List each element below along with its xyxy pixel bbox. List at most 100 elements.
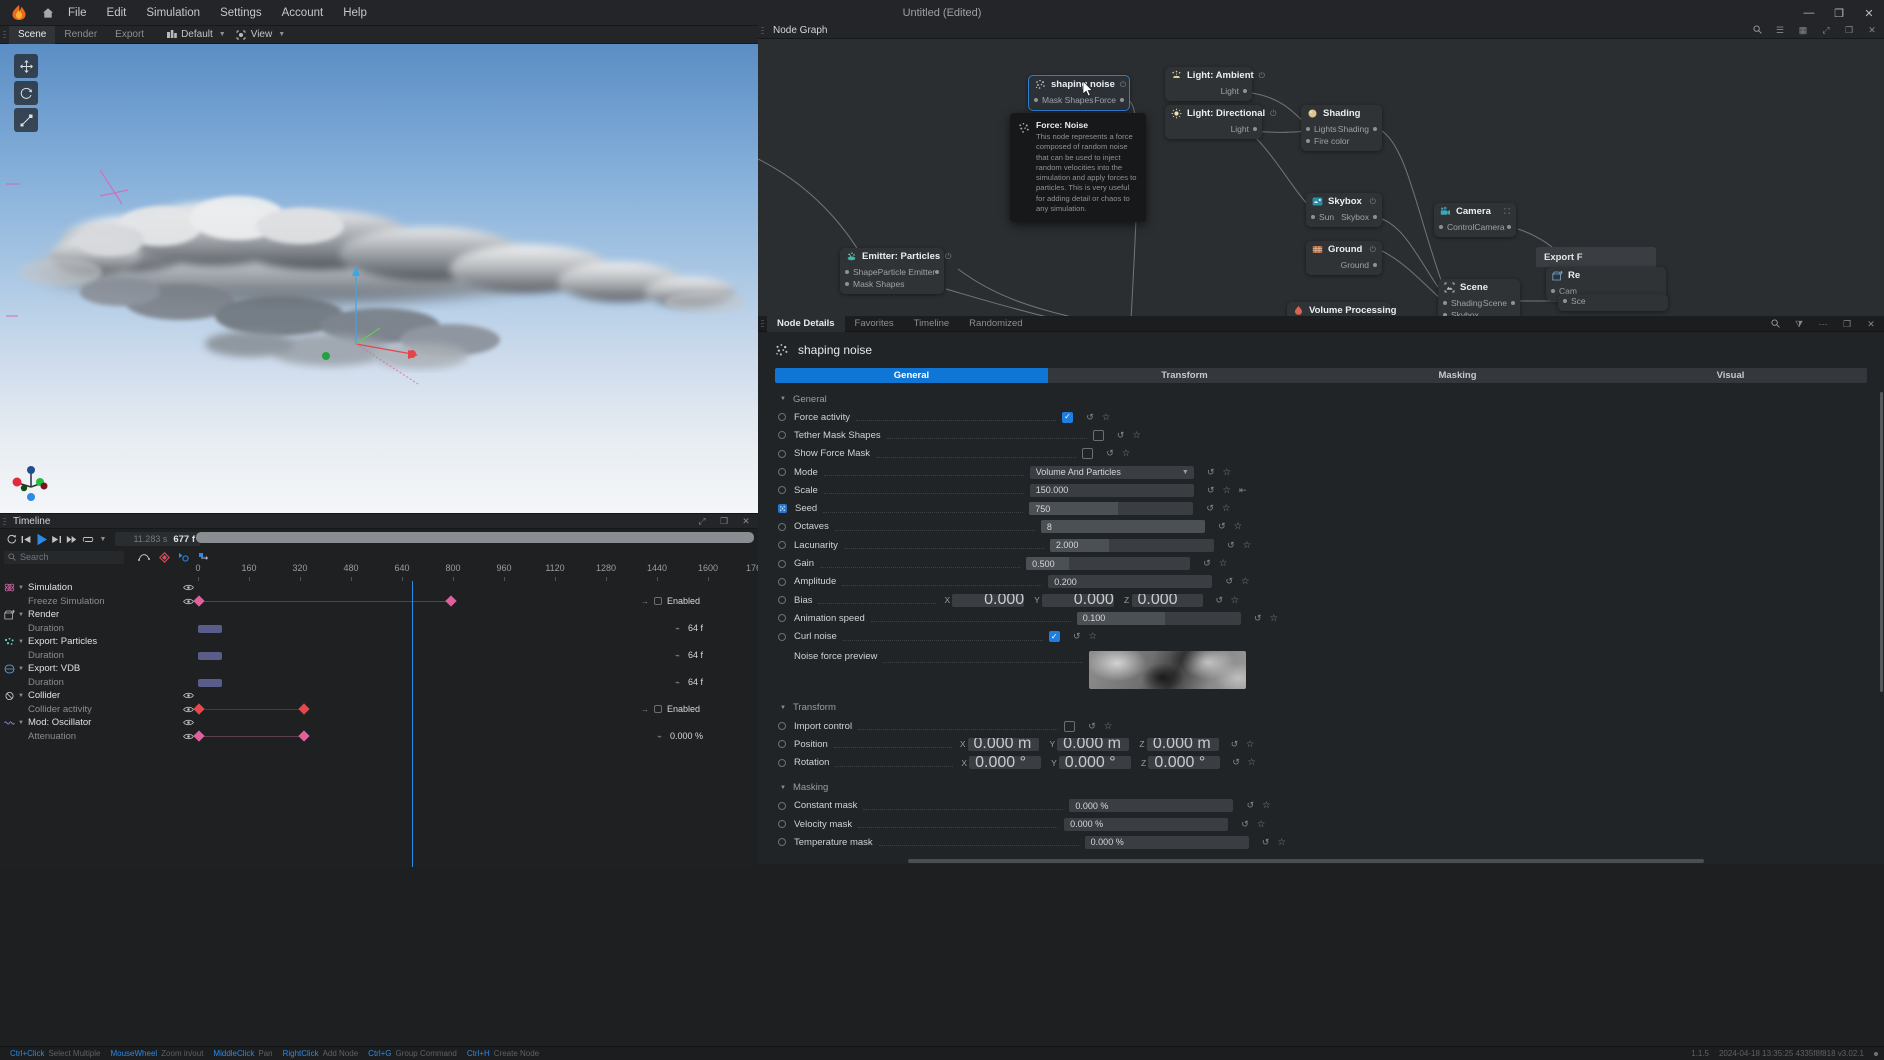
prev-keyframe-icon[interactable]: [178, 551, 190, 563]
expand-triangle-icon[interactable]: ▼: [18, 639, 28, 645]
favorite-star-icon[interactable]: ☆: [1098, 412, 1114, 423]
input-pin[interactable]: [1443, 301, 1447, 305]
property-octaves[interactable]: Octaves 8 ↺ ☆: [758, 518, 1884, 536]
node-scene-right[interactable]: Sce: [1558, 294, 1668, 311]
reset-icon[interactable]: ↺: [1237, 819, 1253, 830]
segment-visual[interactable]: Visual: [1594, 368, 1867, 383]
toolbar-tab-scene[interactable]: Scene: [9, 25, 56, 44]
keyframe[interactable]: [298, 703, 310, 715]
reset-icon[interactable]: ↺: [1202, 503, 1218, 514]
port-row[interactable]: Control Camera: [1439, 221, 1511, 233]
collapse-triangle-icon[interactable]: ▼: [780, 705, 786, 711]
power-icon[interactable]: ⏻: [1120, 80, 1126, 90]
rotation-z-field[interactable]: 0.000 °: [1148, 756, 1221, 770]
dice-icon[interactable]: [778, 504, 787, 514]
favorite-star-icon[interactable]: ☆: [1258, 800, 1274, 811]
node-skybox[interactable]: Skybox ⏻ Sun Skybox: [1306, 193, 1382, 227]
node-light-directional[interactable]: Light: Directional ⏻ Light: [1165, 105, 1276, 139]
reset-icon[interactable]: ↺: [1069, 631, 1085, 642]
flame-logo-icon[interactable]: [9, 4, 29, 21]
output-pin[interactable]: [935, 270, 939, 274]
power-icon[interactable]: ⏻: [1259, 71, 1265, 81]
add-keyframe-icon[interactable]: [158, 551, 170, 563]
reset-icon[interactable]: ↺: [1221, 576, 1237, 587]
keyframe[interactable]: [445, 595, 457, 607]
close-icon[interactable]: ✕: [1864, 25, 1880, 36]
force-activity-checkbox[interactable]: [1061, 411, 1073, 423]
timeline-row-export-vdb[interactable]: ▼ Export: VDB: [0, 662, 758, 676]
property-seed[interactable]: Seed 750 ↺ ☆: [758, 499, 1884, 517]
keyframe[interactable]: [298, 730, 310, 742]
menu-help[interactable]: Help: [333, 0, 377, 26]
rotation-y-field[interactable]: 0.000 °: [1058, 756, 1131, 770]
mode-dropdown[interactable]: Volume And Particles ▼: [1029, 465, 1194, 479]
favorite-star-icon[interactable]: ☆: [1219, 485, 1235, 496]
input-pin[interactable]: [845, 282, 849, 286]
tab-timeline[interactable]: Timeline: [904, 316, 960, 332]
gain-slider[interactable]: 0.500: [1026, 557, 1191, 571]
node-scene[interactable]: Scene Shading Scene Skybox: [1438, 279, 1520, 319]
row-track[interactable]: [196, 635, 758, 649]
reset-icon[interactable]: ↺: [1214, 521, 1230, 532]
keyframe[interactable]: [193, 595, 205, 607]
details-horizontal-scrollbar[interactable]: [908, 859, 1704, 863]
lacunarity-slider[interactable]: 2.000: [1049, 538, 1214, 552]
keyframe[interactable]: [193, 730, 205, 742]
timeline-ruler[interactable]: 0 160 320 480 640 800 960 1120 1280 1440…: [195, 563, 766, 581]
amplitude-slider[interactable]: 0.200: [1048, 575, 1213, 589]
output-pin[interactable]: [1120, 98, 1124, 102]
scale-slider[interactable]: 150.000: [1029, 483, 1194, 497]
playhead[interactable]: [412, 581, 413, 867]
constant-mask-slider[interactable]: 0.000 %: [1069, 799, 1234, 813]
row-track[interactable]: [196, 662, 758, 676]
details-vertical-scrollbar[interactable]: [1879, 332, 1884, 864]
node-emitter-particles[interactable]: Emitter: Particles ⏻ Shape Particle Emit…: [840, 248, 951, 294]
property-curl-noise[interactable]: Curl noise ↺ ☆: [758, 628, 1884, 646]
output-pin[interactable]: [1373, 127, 1377, 131]
visibility-icon[interactable]: [183, 598, 194, 605]
favorite-star-icon[interactable]: ☆: [1100, 721, 1116, 732]
favorite-star-icon[interactable]: ☆: [1274, 837, 1290, 848]
reset-icon[interactable]: ↺: [1203, 467, 1219, 478]
visibility-icon[interactable]: [183, 706, 194, 713]
temperature-mask-slider[interactable]: 0.000 %: [1084, 835, 1249, 849]
menu-settings[interactable]: Settings: [210, 0, 272, 26]
popout-icon[interactable]: ❐: [1839, 319, 1855, 330]
property-gain[interactable]: Gain 0.500 ↺ ☆: [758, 554, 1884, 572]
timeline-row-render[interactable]: ▼ Render: [0, 608, 758, 622]
power-icon[interactable]: ⏻: [1270, 109, 1276, 119]
node-graph-grip-icon[interactable]: [758, 21, 767, 39]
reset-icon[interactable]: ↺: [1113, 430, 1129, 441]
property-amplitude[interactable]: Amplitude 0.200 ↺ ☆: [758, 573, 1884, 591]
animate-toggle-icon[interactable]: [778, 632, 786, 641]
show-force-mask-checkbox[interactable]: [1082, 448, 1094, 460]
bias-x-field[interactable]: 0.000: [952, 593, 1025, 607]
port-row[interactable]: Mask Shapes: [845, 278, 938, 290]
jump-start-button[interactable]: [19, 530, 34, 548]
timeline-row-export-particles[interactable]: ▼ Export: Particles: [0, 635, 758, 649]
close-icon[interactable]: ✕: [1863, 319, 1879, 330]
timeline-grip-icon[interactable]: [0, 512, 9, 530]
filter-icon[interactable]: ⧩: [1791, 319, 1807, 330]
expand-icon[interactable]: ⤢: [694, 516, 710, 527]
favorite-star-icon[interactable]: ☆: [1219, 467, 1235, 478]
seed-slider[interactable]: 750: [1029, 502, 1194, 516]
property-mode[interactable]: Mode Volume And Particles ▼ ↺ ☆: [758, 463, 1884, 481]
animate-toggle-icon[interactable]: [778, 449, 786, 458]
animate-toggle-icon[interactable]: [778, 413, 786, 422]
timeline-row-collider[interactable]: ▼ Collider: [0, 689, 758, 703]
node-title-bar[interactable]: Scene: [1438, 279, 1520, 296]
input-pin[interactable]: [1563, 299, 1567, 303]
port-row[interactable]: Shape Particle Emitter: [845, 266, 939, 278]
output-pin[interactable]: [1373, 215, 1377, 219]
visibility-icon[interactable]: [183, 719, 194, 726]
animate-toggle-icon[interactable]: [778, 838, 786, 847]
position-x-field[interactable]: 0.000 m: [967, 737, 1040, 751]
reset-icon[interactable]: ↺: [1082, 412, 1098, 423]
timeline-row-particles-duration[interactable]: Duration ⌁ 64 f: [0, 649, 758, 663]
favorite-star-icon[interactable]: ☆: [1218, 503, 1234, 514]
fullscreen-icon[interactable]: ⛶: [1504, 207, 1510, 217]
reset-icon[interactable]: ↺: [1223, 540, 1239, 551]
node-title-bar[interactable]: Light: Directional ⏻: [1165, 105, 1276, 122]
expand-icon[interactable]: ⤢: [1818, 25, 1834, 36]
